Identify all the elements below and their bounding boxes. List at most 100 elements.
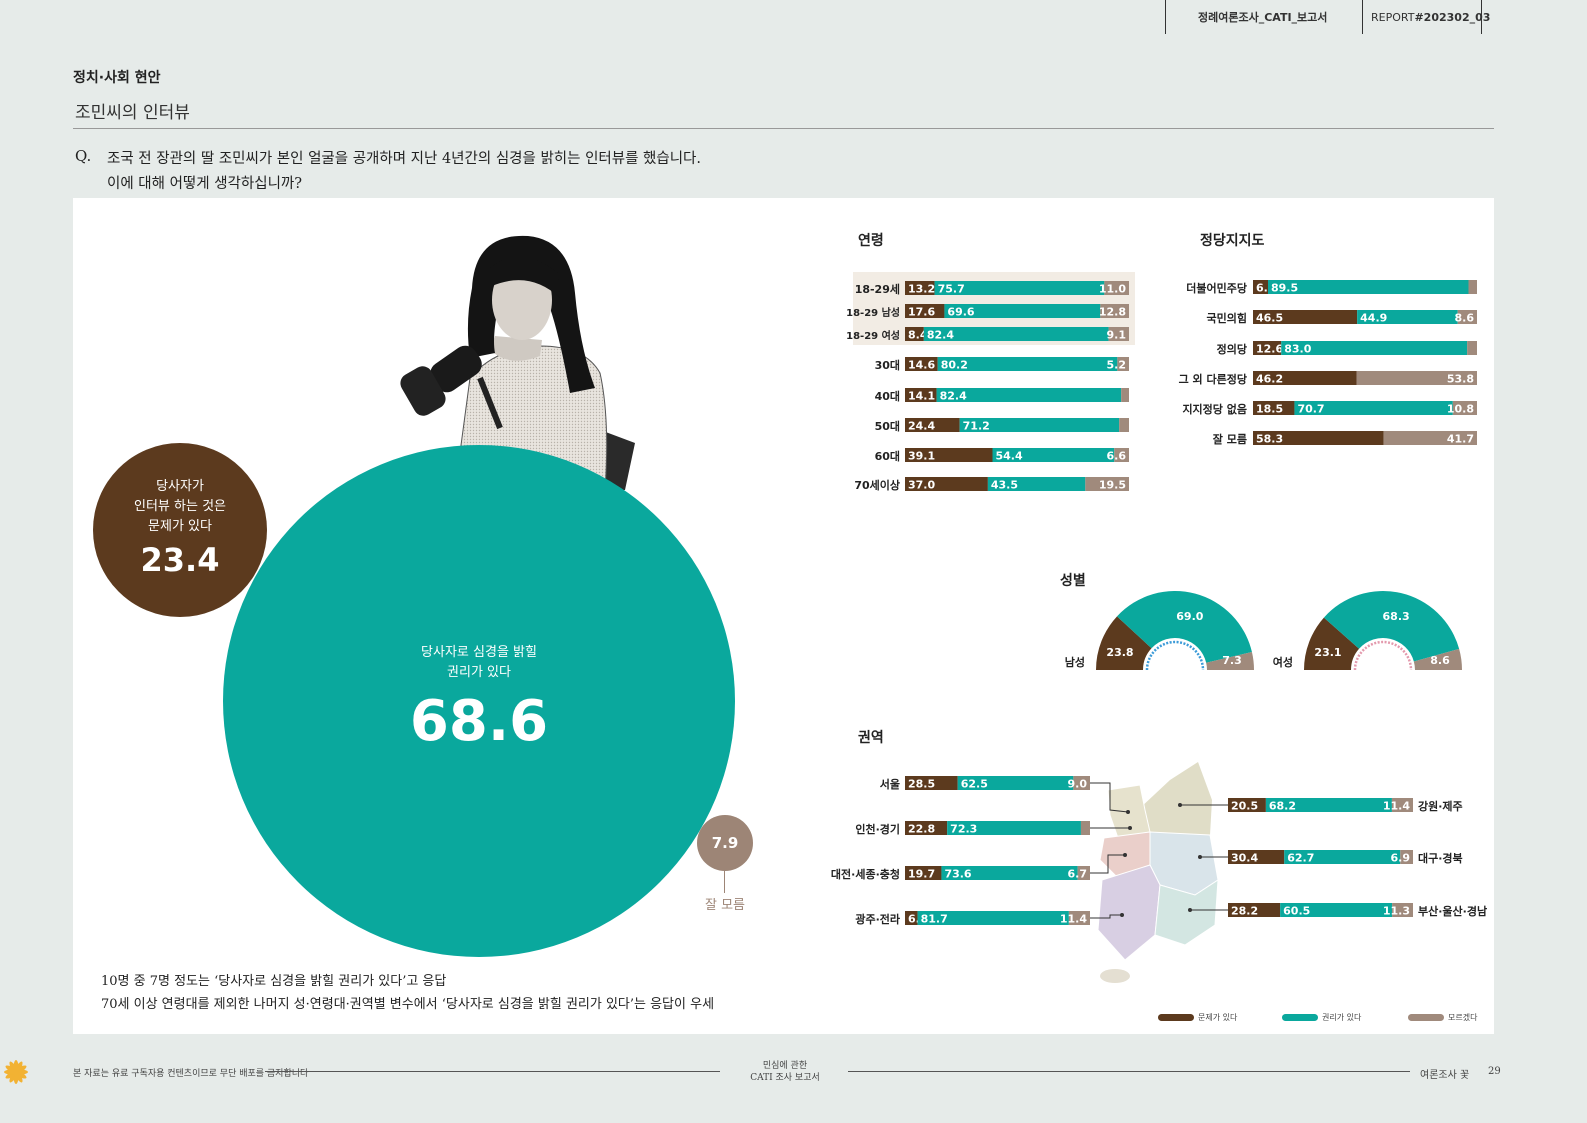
bar-segment [1080,821,1090,835]
footer-rule-right [848,1071,1410,1072]
category-label: 잘 모름 [1213,433,1247,446]
bar-value-label: 68.2 [1269,800,1296,813]
party-chart: 6.789.5더불어민주당46.5 44.9 8.6국민의힘12.6 83.0정의당4… [1179,280,1477,446]
category-label: 70세이상 [854,478,900,492]
category-label: 국민의힘 [1207,311,1247,325]
bar-value-label: 83.0 [1284,343,1311,356]
bar-value-label: 89.5 [1271,282,1298,295]
bar-value-label: 75.7 [938,283,965,296]
bar-value-label: 28.2 [1231,905,1258,918]
legend-swatch [1408,1014,1444,1021]
bar-value-label: 18.5 [1256,403,1283,416]
bar-value-label: 8.6 [1455,312,1475,325]
category-label: 서울 [880,777,900,791]
bar-value-label: 11.0 [1099,283,1126,296]
category-label: 50대 [875,419,900,433]
bar-value-label: 37.0 [908,479,935,492]
bar-value-label: 70.7 [1297,403,1324,416]
category-label: 30대 [875,358,900,372]
bar-value-label: 12.6 [1256,343,1283,356]
charts-layer: 13.2 75.7 11.0 18-29세 17.6 69.6 12.8 18-29 남성 8.… [831,272,1487,1022]
bar-value-label: 80.2 [941,359,968,372]
bar-value-label: 19.7 [908,868,935,881]
category-label: 더불어민주당 [1186,281,1247,295]
bar-value-label: 71.2 [963,420,990,433]
category-label: 부산·울산·경남 [1418,904,1487,918]
gender-value-label: 7.3 [1222,654,1242,667]
legend-swatch [1158,1014,1194,1021]
gender-label: 여성 [1273,655,1293,669]
bar-segment [1468,280,1477,294]
category-label: 40대 [875,389,900,403]
bar-value-label: 20.5 [1231,800,1258,813]
bar-value-label: 28.5 [908,778,935,791]
bar-value-label: 5.2 [1107,359,1127,372]
bar-value-label: 17.6 [908,306,935,319]
category-label: 18-29 여성 [846,329,900,342]
bar-value-label: 9.1 [1107,329,1127,342]
bar-value-label: 14.1 [908,390,935,403]
bar-value-label: 39.1 [908,450,935,463]
bar-value-label: 24.4 [908,420,935,433]
gender-label: 남성 [1065,655,1085,669]
bar-value-label: 14.6 [908,359,935,372]
bar-value-label: 53.8 [1447,373,1474,386]
bar-value-label: 60.5 [1283,905,1310,918]
category-label: 18-29 남성 [846,306,900,319]
gender-value-label: 23.8 [1106,646,1133,659]
bar-value-label: 9.0 [1068,778,1088,791]
gender-value-label: 8.6 [1430,654,1450,667]
bar-value-label: 73.6 [944,868,971,881]
region-marker [1188,908,1192,912]
bar-segment [1121,388,1129,402]
bar-value-label: 22.8 [908,823,935,836]
category-label: 정의당 [1217,342,1247,356]
gender-inner-ring [1145,640,1205,671]
korea-map [1097,762,1219,983]
bar-value-label: 62.7 [1287,852,1314,865]
page-number: 29 [1488,1066,1501,1077]
bar-value-label: 54.4 [995,450,1022,463]
chart-legend: 문제가 있다 권리가 있다 모르겠다 [1158,1012,1478,1022]
category-label: 대구·경북 [1418,851,1463,865]
category-label: 18-29세 [855,282,900,296]
gender-value-label: 68.3 [1383,610,1410,623]
footer-center: 민심에 관한 CATI 조사 보고서 [750,1061,820,1083]
category-label: 지지정당 없음 [1182,402,1247,416]
category-label: 인천·경기 [855,822,900,836]
bar-value-label: 82.4 [927,329,954,342]
bar-value-label: 72.3 [950,823,977,836]
legend-label: 권리가 있다 [1322,1012,1362,1022]
bar-value-label: 82.4 [940,390,967,403]
bar-value-label: 11.3 [1383,905,1410,918]
bar-value-label: 10.8 [1447,403,1474,416]
bar-value-label: 11.4 [1383,800,1410,813]
bar-value-label: 6.6 [1107,450,1127,463]
legend-label: 문제가 있다 [1198,1012,1238,1022]
bar-value-label: 69.6 [947,306,974,319]
region-marker [1178,803,1182,807]
region-marker [1128,826,1132,830]
bar-value-label: 62.5 [961,778,988,791]
region-marker [1123,853,1127,857]
bar-value-label: 19.5 [1099,479,1126,492]
category-label: 대전·세종·충청 [831,867,900,881]
bar-value-label: 46.2 [1256,373,1283,386]
bar-value-label: 13.2 [908,283,935,296]
age-chart: 13.2 75.7 11.018-29세17.6 69.6 12.818-29 남성8.… [846,281,1129,492]
bar-value-label: 43.5 [991,479,1018,492]
bar-segment [1467,341,1477,355]
bar-value-label: 81.7 [921,913,948,926]
footer-disclaimer: 본 자료는 유료 구독자용 컨텐츠이므로 무단 배포를 금지합니다 [73,1069,309,1079]
gender-chart: 23.8 69.0 7.3 남성 23.1 68.3 8.6 여성 [1065,590,1462,671]
gender-value-label: 23.1 [1314,646,1341,659]
bar-value-label: 6.9 [1391,852,1411,865]
legend-swatch [1282,1014,1318,1021]
bar-value-label: 44.9 [1360,312,1387,325]
bar-value-label: 41.7 [1447,433,1474,446]
region-marker [1120,913,1124,917]
category-label: 60대 [875,449,900,463]
legend-label: 모르겠다 [1448,1012,1478,1022]
bar-value-label: 46.5 [1256,312,1283,325]
footer-brand: 여론조사 꽃 [1420,1070,1470,1081]
